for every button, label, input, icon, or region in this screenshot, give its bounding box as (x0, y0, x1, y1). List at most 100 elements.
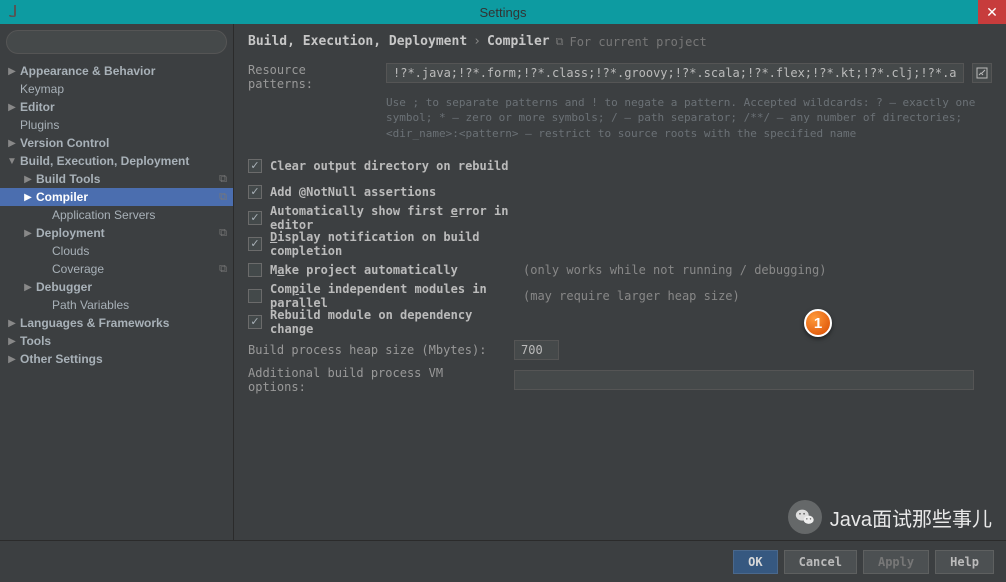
breadcrumb: Build, Execution, Deployment › Compiler … (248, 34, 992, 49)
button-bar: OK Cancel Apply Help (0, 540, 1006, 582)
tree-item-label: Plugins (20, 118, 59, 132)
tree-item-label: Build Tools (36, 172, 100, 186)
resource-help: Use ; to separate patterns and ! to nega… (386, 95, 992, 141)
heap-input[interactable] (514, 340, 559, 360)
tree-item-label: Keymap (20, 82, 64, 96)
checkbox-row: Automatically show first error in editor (248, 205, 992, 231)
tree-item[interactable]: Path Variables (0, 296, 233, 314)
tree-item[interactable]: Clouds (0, 242, 233, 260)
tree-item-label: Debugger (36, 280, 92, 294)
tree-item-label: Editor (20, 100, 55, 114)
tree-item[interactable]: Keymap (0, 80, 233, 98)
resource-patterns-input[interactable] (386, 63, 964, 83)
tree-arrow-icon: ▶ (22, 174, 34, 185)
tree-item-label: Appearance & Behavior (20, 64, 155, 78)
checkbox-row: Rebuild module on dependency change (248, 309, 992, 335)
checkbox-hint: (may require larger heap size) (523, 289, 740, 303)
tree-item[interactable]: ▼Build, Execution, Deployment (0, 152, 233, 170)
vm-label: Additional build process VM options: (248, 366, 506, 394)
window-title: Settings (480, 5, 527, 20)
tree-arrow-icon: ▼ (6, 156, 18, 167)
tree-item[interactable]: ▶Languages & Frameworks (0, 314, 233, 332)
checkbox-row: Add @NotNull assertions (248, 179, 992, 205)
tree-arrow-icon: ▶ (6, 138, 18, 149)
heap-label: Build process heap size (Mbytes): (248, 343, 506, 357)
checkbox-row: Display notification on build completion (248, 231, 992, 257)
breadcrumb-root[interactable]: Build, Execution, Deployment (248, 34, 467, 49)
checkbox-label: Display notification on build completion (270, 230, 515, 258)
tree-item-label: Application Servers (52, 208, 155, 222)
checkbox-row: Compile independent modules in parallel (… (248, 283, 992, 309)
app-icon (4, 3, 20, 19)
project-icon: ⧉ (556, 35, 564, 49)
tree-item-label: Path Variables (52, 298, 129, 312)
tree-arrow-icon: ▶ (6, 102, 18, 113)
checkbox-row: Make project automatically (only works wh… (248, 257, 992, 283)
heap-row: Build process heap size (Mbytes): (248, 335, 992, 365)
checkbox[interactable] (248, 159, 262, 173)
tree-item-label: Version Control (20, 136, 109, 150)
tree-arrow-icon: ▶ (6, 66, 18, 77)
checkbox[interactable] (248, 185, 262, 199)
tree-item[interactable]: Application Servers (0, 206, 233, 224)
cancel-button[interactable]: Cancel (784, 550, 857, 574)
content-panel: Build, Execution, Deployment › Compiler … (234, 24, 1006, 540)
tree-arrow-icon: ▶ (6, 318, 18, 329)
ok-button[interactable]: OK (733, 550, 777, 574)
tree-arrow-icon: ▶ (22, 282, 34, 293)
tree-item-label: Clouds (52, 244, 89, 258)
tree-arrow-icon: ▶ (22, 228, 34, 239)
tree-item[interactable]: ▶Appearance & Behavior (0, 62, 233, 80)
checkbox-list: Clear output directory on rebuild Add @No… (248, 153, 992, 335)
search-input[interactable] (6, 30, 227, 54)
checkbox-label: Add @NotNull assertions (270, 185, 515, 199)
tree-item-label: Other Settings (20, 352, 103, 366)
tree-item[interactable]: Coverage ⧉ (0, 260, 233, 278)
close-button[interactable]: ✕ (978, 0, 1006, 24)
tree-item-label: Deployment (36, 226, 105, 240)
checkbox-label: Compile independent modules in parallel (270, 282, 515, 310)
resource-label: Resource patterns: (248, 63, 378, 91)
checkbox[interactable] (248, 289, 262, 303)
tree-item[interactable]: ▶Other Settings (0, 350, 233, 368)
tree-item[interactable]: ▶Debugger (0, 278, 233, 296)
tree-arrow-icon: ▶ (6, 354, 18, 365)
tree-item[interactable]: ▶Version Control (0, 134, 233, 152)
breadcrumb-current: Compiler (487, 34, 550, 49)
callout-marker-1: 1 (804, 309, 832, 337)
tree-item[interactable]: ▶Compiler ⧉ (0, 188, 233, 206)
project-badge-icon: ⧉ (219, 173, 227, 186)
breadcrumb-sep: › (473, 34, 481, 49)
project-badge-icon: ⧉ (219, 227, 227, 240)
checkbox-label: Make project automatically (270, 263, 515, 277)
apply-button[interactable]: Apply (863, 550, 929, 574)
project-badge-icon: ⧉ (219, 263, 227, 276)
help-button[interactable]: Help (935, 550, 994, 574)
resource-row: Resource patterns: (248, 63, 992, 91)
tree-item-label: Build, Execution, Deployment (20, 154, 189, 168)
project-badge-icon: ⧉ (219, 191, 227, 204)
sidebar: ▶Appearance & BehaviorKeymap▶EditorPlugi… (0, 24, 234, 540)
tree-item[interactable]: ▶Tools (0, 332, 233, 350)
tree-item-label: Coverage (52, 262, 104, 276)
tree-arrow-icon: ▶ (6, 336, 18, 347)
titlebar: Settings ✕ (0, 0, 1006, 24)
tree-item[interactable]: Plugins (0, 116, 233, 134)
search-container (0, 24, 233, 60)
vm-row: Additional build process VM options: (248, 365, 992, 395)
checkbox-hint: (only works while not running / debuggin… (523, 263, 826, 277)
tree-arrow-icon: ▶ (22, 192, 34, 203)
tree-item[interactable]: ▶Editor (0, 98, 233, 116)
tree-item-label: Compiler (36, 190, 88, 204)
tree-item[interactable]: ▶Deployment ⧉ (0, 224, 233, 242)
checkbox[interactable] (248, 315, 262, 329)
checkbox[interactable] (248, 263, 262, 277)
checkbox-label: Clear output directory on rebuild (270, 159, 515, 173)
vm-input[interactable] (514, 370, 974, 390)
tree-item-label: Languages & Frameworks (20, 316, 169, 330)
checkbox[interactable] (248, 211, 262, 225)
expand-button[interactable] (972, 63, 992, 83)
tree-item[interactable]: ▶Build Tools ⧉ (0, 170, 233, 188)
breadcrumb-note: For current project (569, 35, 706, 49)
checkbox[interactable] (248, 237, 262, 251)
